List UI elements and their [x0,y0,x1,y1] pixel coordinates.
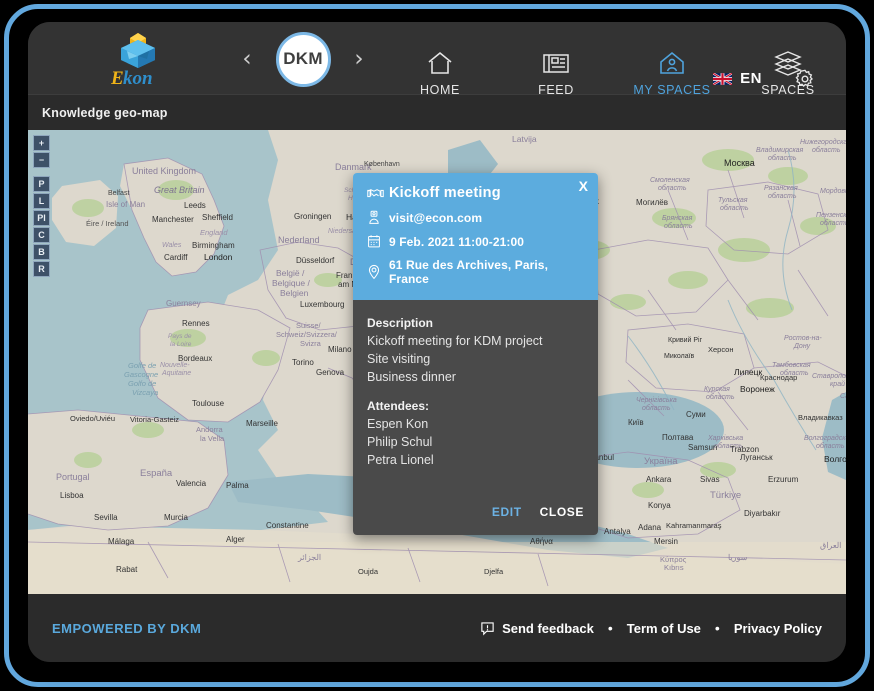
space-switcher: ‹ DKM › [238,30,368,88]
language-label: EN [740,70,762,87]
app-logo[interactable]: E kon [98,26,178,92]
event-datetime: 9 Feb. 2021 11:00-21:00 [389,234,525,249]
footer-links: Send feedback • Term of Use • Privacy Po… [480,620,822,636]
description-label: Description [367,316,434,330]
map-controls: + − P L Pl C B R [33,135,50,278]
calendar-icon [367,234,389,249]
svg-text:kon: kon [123,68,153,88]
app-window: E kon ‹ DKM › HOME FEED MY SPACES SPACES… [28,22,846,662]
uk-flag-icon [713,72,733,85]
page-title: Knowledge geo-map [42,105,168,120]
event-title-row: Kickoff meeting [367,185,584,201]
attendee-name: Espen Kon [367,417,429,431]
attendees-label: Attendees: [367,399,430,413]
settings-button[interactable] [794,68,816,95]
attendees-section: Attendees: Espen Kon Philip Schul Petra … [367,399,584,469]
footer: EMPOWERED BY DKM Send feedback • Term of… [28,594,846,662]
footer-separator: • [714,620,720,636]
nav-item-home[interactable]: HOME [396,48,484,97]
map-zoom-out-button[interactable]: − [33,152,50,168]
main-nav: HOME FEED MY SPACES SPACES [396,48,832,97]
location-pin-icon [367,264,389,280]
event-title: Kickoff meeting [389,185,501,201]
close-icon[interactable]: X [579,179,588,193]
map-layer-l-button[interactable]: L [33,193,50,209]
event-popup-body: Description Kickoff meeting for KDM proj… [353,300,598,535]
svg-text:E: E [111,68,124,88]
feedback-icon [481,621,494,635]
map-layer-b-button[interactable]: B [33,244,50,260]
nav-label-my-spaces: MY SPACES [633,83,711,97]
language-selector[interactable]: EN [713,70,762,87]
home-icon [425,48,455,78]
edit-button[interactable]: EDIT [492,505,522,519]
contact-person-icon [367,210,389,225]
top-navigation-bar: E kon ‹ DKM › HOME FEED MY SPACES SPACES… [28,22,846,97]
map-layer-pl-button[interactable]: Pl [33,210,50,226]
nav-label-feed: FEED [538,83,574,97]
description-line: Business dinner [367,370,456,384]
close-button[interactable]: CLOSE [540,505,584,519]
event-popup-actions: EDIT CLOSE [367,505,584,525]
term-of-use-link[interactable]: Term of Use [627,621,701,636]
footer-brand[interactable]: EMPOWERED BY DKM [52,621,201,636]
event-contact-row: visit@econ.com [367,210,584,225]
nav-item-feed[interactable]: FEED [512,48,600,97]
attendee-name: Philip Schul [367,435,433,449]
privacy-policy-link[interactable]: Privacy Policy [734,621,822,636]
description-line: Kickoff meeting for KDM project [367,334,543,348]
map-layer-c-button[interactable]: C [33,227,50,243]
my-spaces-icon [657,48,687,78]
attendee-name: Petra Lionel [367,453,434,467]
nav-item-my-spaces[interactable]: MY SPACES [628,48,716,97]
map-zoom-in-button[interactable]: + [33,135,50,151]
map-layer-r-button[interactable]: R [33,261,50,277]
nav-label-home: HOME [420,83,460,97]
event-location-row: 61 Rue des Archives, Paris, France [367,258,584,286]
map-viewport[interactable]: United Kingdom Great Britain Isle of Man Be… [28,130,846,594]
page-subheader: Knowledge geo-map [28,94,846,130]
gear-icon [795,69,813,88]
feed-icon [541,48,571,78]
send-feedback-label: Send feedback [502,620,594,636]
chevron-right-icon[interactable]: › [350,47,368,71]
event-contact: visit@econ.com [389,210,483,225]
ekon-wordmark: E kon [111,68,153,88]
handshake-icon [367,186,389,201]
event-popup-header: X Kickoff meeting visit@econ.com 9 Feb. … [353,173,598,300]
ekon-cube-logo-icon [121,33,155,68]
send-feedback-link[interactable]: Send feedback [480,621,594,636]
event-datetime-row: 9 Feb. 2021 11:00-21:00 [367,234,584,249]
current-space-badge[interactable]: DKM [275,31,331,87]
event-popup-card: X Kickoff meeting visit@econ.com 9 Feb. … [353,173,598,535]
map-layer-p-button[interactable]: P [33,176,50,192]
description-line: Site visiting [367,352,431,366]
footer-separator: • [607,620,613,636]
chevron-left-icon[interactable]: ‹ [238,47,256,71]
controls-gap [33,169,50,176]
event-location: 61 Rue des Archives, Paris, France [389,258,549,286]
